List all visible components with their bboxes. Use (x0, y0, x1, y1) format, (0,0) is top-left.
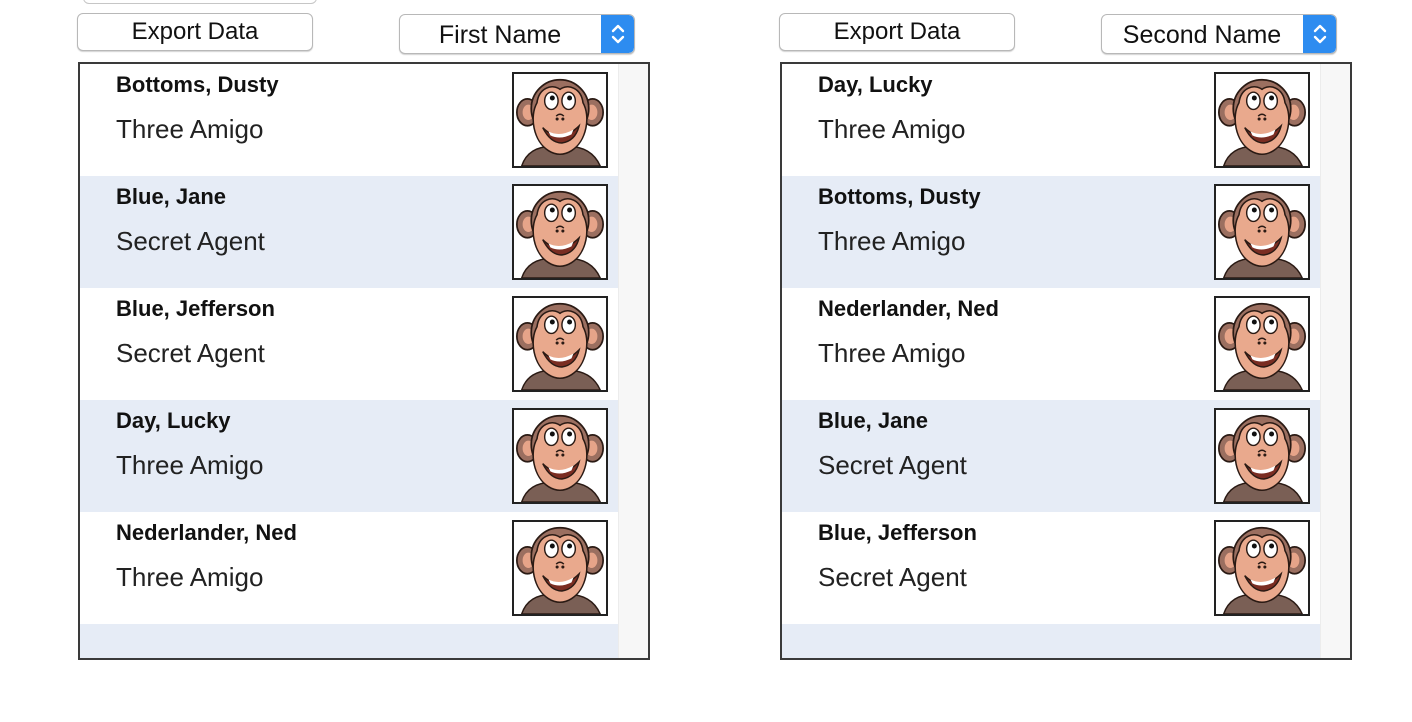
contact-role: Three Amigo (116, 450, 264, 480)
contact-name: Bottoms, Dusty (818, 184, 981, 209)
export-data-button[interactable]: Export Data (779, 13, 1015, 51)
list-item[interactable]: Day, Lucky Three Amigo (782, 64, 1320, 176)
monkey-avatar-icon (1214, 72, 1310, 168)
contact-name: Blue, Jane (116, 184, 227, 209)
monkey-avatar-icon (512, 408, 608, 504)
collapsed-button-edge (83, 0, 317, 4)
contact-role: Secret Agent (818, 450, 967, 480)
empty-row (80, 624, 618, 658)
contact-role: Secret Agent (818, 562, 967, 592)
contact-role: Secret Agent (116, 226, 265, 256)
list-item[interactable]: Bottoms, Dusty Three Amigo (80, 64, 618, 176)
contact-role: Three Amigo (818, 114, 966, 144)
up-down-chevron-icon[interactable] (1303, 15, 1336, 53)
contact-name: Day, Lucky (818, 72, 933, 97)
contact-role: Three Amigo (818, 338, 966, 368)
monkey-avatar-icon (512, 520, 608, 616)
list-item[interactable]: Blue, Jefferson Secret Agent (782, 512, 1320, 624)
right-panel: Export Data Second Name Day, Lucky Three… (779, 0, 1353, 722)
list-item[interactable]: Blue, Jefferson Secret Agent (80, 288, 618, 400)
monkey-avatar-icon (1214, 184, 1310, 280)
contact-name: Bottoms, Dusty (116, 72, 279, 97)
sort-select-value: First Name (438, 21, 562, 49)
left-panel: Export Data First Name Bottoms, Dusty Th… (77, 0, 651, 722)
contact-name: Blue, Jefferson (818, 520, 977, 545)
list-item[interactable]: Bottoms, Dusty Three Amigo (782, 176, 1320, 288)
contact-role: Three Amigo (116, 114, 264, 144)
monkey-avatar-icon (512, 184, 608, 280)
export-data-button[interactable]: Export Data (77, 13, 313, 51)
up-down-chevron-icon[interactable] (601, 15, 634, 53)
monkey-avatar-icon (512, 72, 608, 168)
list-item[interactable]: Nederlander, Ned Three Amigo (80, 512, 618, 624)
contact-name: Nederlander, Ned (818, 296, 999, 321)
contact-list[interactable]: Day, Lucky Three Amigo Bottoms, Dusty Th… (780, 62, 1352, 660)
list-item[interactable]: Nederlander, Ned Three Amigo (782, 288, 1320, 400)
scrollbar-track[interactable] (618, 64, 648, 658)
sort-select[interactable]: Second Name (1101, 14, 1337, 54)
monkey-avatar-icon (1214, 520, 1310, 616)
contact-name: Day, Lucky (116, 408, 231, 433)
monkey-avatar-icon (512, 296, 608, 392)
contact-name: Blue, Jane (818, 408, 929, 433)
sort-select[interactable]: First Name (399, 14, 635, 54)
sort-select-value: Second Name (1122, 21, 1282, 49)
list-item[interactable]: Day, Lucky Three Amigo (80, 400, 618, 512)
monkey-avatar-icon (1214, 408, 1310, 504)
contact-name: Blue, Jefferson (116, 296, 275, 321)
list-item[interactable]: Blue, Jane Secret Agent (80, 176, 618, 288)
contact-list[interactable]: Bottoms, Dusty Three Amigo Blue, Jane Se… (78, 62, 650, 660)
contact-role: Secret Agent (116, 338, 265, 368)
monkey-avatar-icon (1214, 296, 1310, 392)
empty-row (782, 624, 1320, 658)
contact-role: Three Amigo (116, 562, 264, 592)
contact-name: Nederlander, Ned (116, 520, 297, 545)
scrollbar-track[interactable] (1320, 64, 1350, 658)
contact-role: Three Amigo (818, 226, 966, 256)
list-item[interactable]: Blue, Jane Secret Agent (782, 400, 1320, 512)
